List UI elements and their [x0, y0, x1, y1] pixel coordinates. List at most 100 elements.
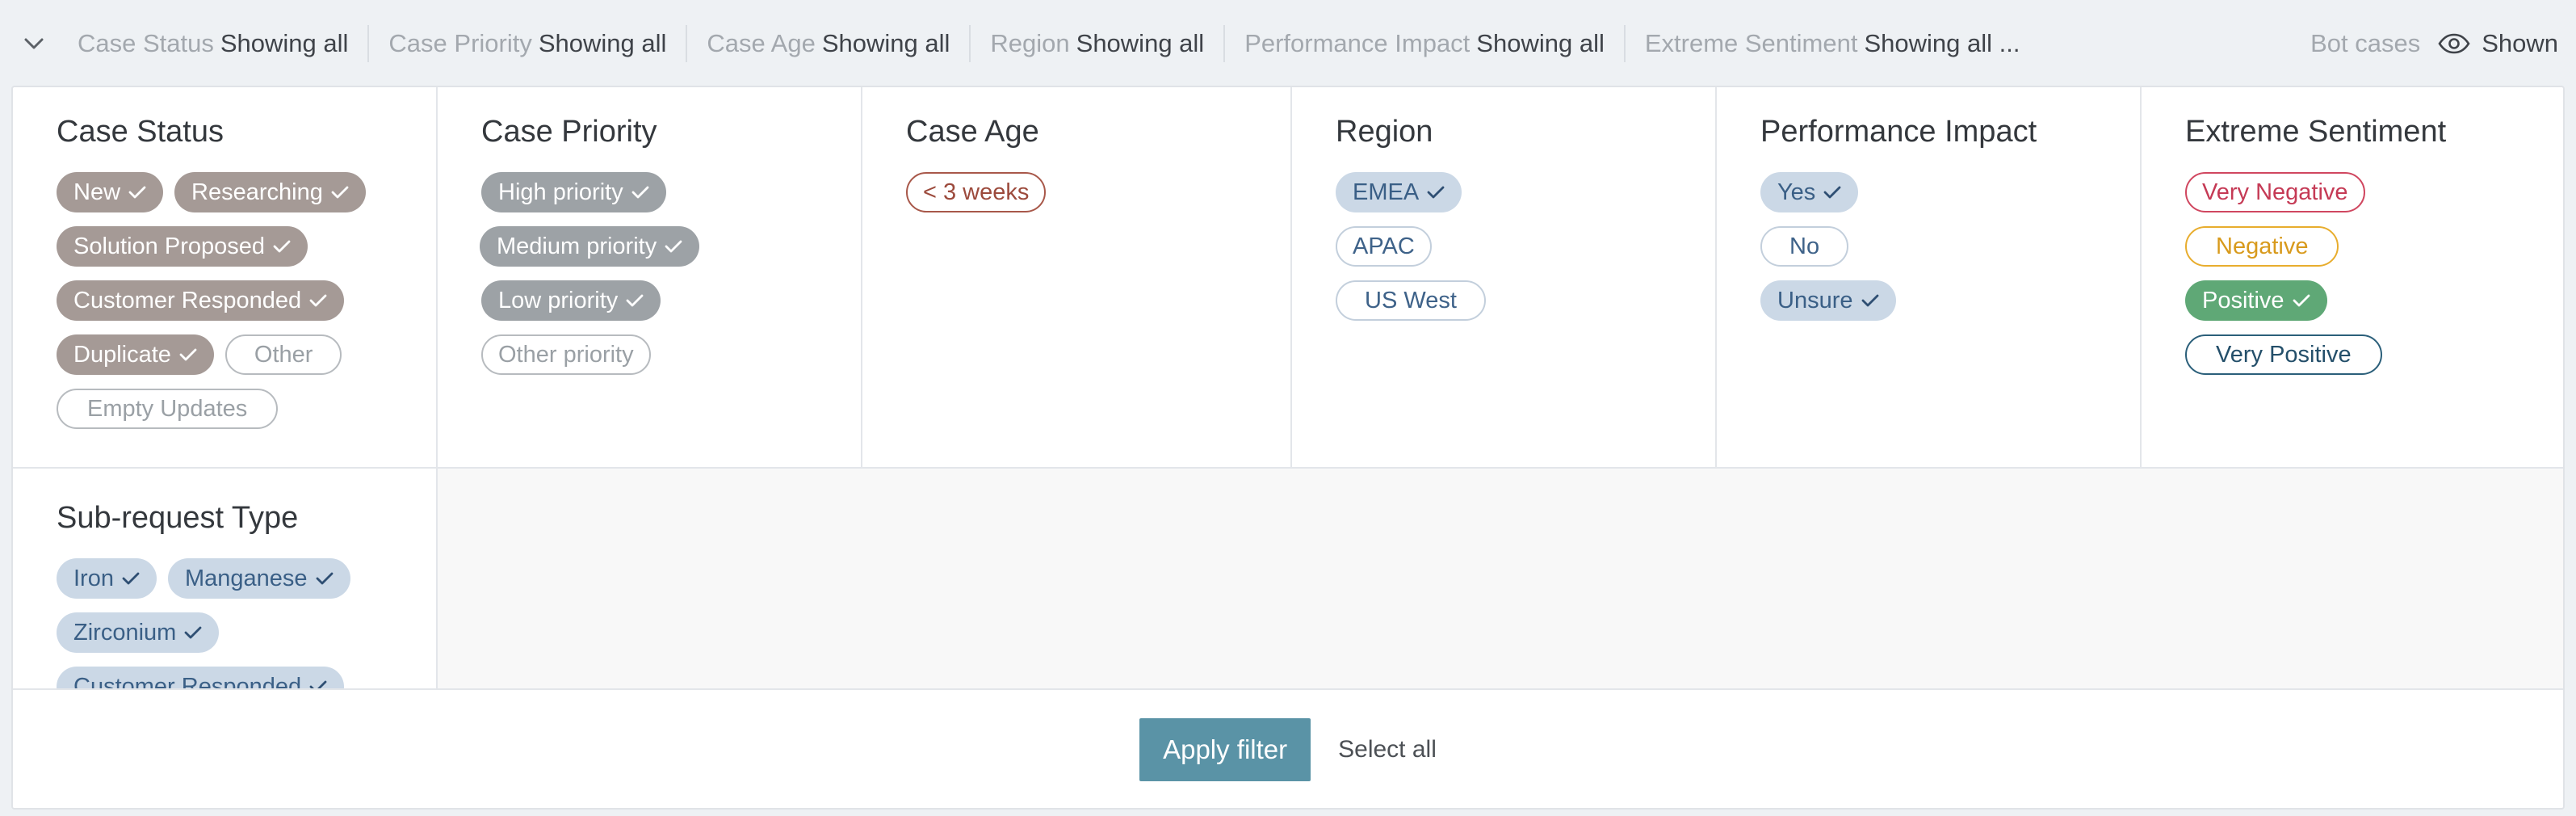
chip-yes[interactable]: Yes	[1760, 172, 1859, 212]
summary-label: Region	[990, 29, 1070, 57]
chip-label: Customer Responded	[73, 287, 302, 313]
check-icon	[309, 293, 327, 308]
summary-performance-impact[interactable]: Performance Impact Showing all	[1225, 25, 1626, 62]
chip-label: Low priority	[498, 287, 619, 313]
chip-solution-proposed[interactable]: Solution Proposed	[57, 226, 308, 267]
filter-column-sub-request-type: Sub-request Type Iron Manganese Zirconiu…	[13, 469, 438, 688]
bot-cases-value: Shown	[2482, 29, 2558, 57]
summary-value: Showing all	[538, 29, 667, 57]
apply-filter-button[interactable]: Apply filter	[1139, 718, 1311, 781]
check-icon	[316, 571, 334, 586]
summary-value: Showing all	[1476, 29, 1605, 57]
column-title: Case Priority	[481, 115, 657, 149]
chip-positive[interactable]: Positive	[2185, 280, 2327, 321]
chip-negative[interactable]: Negative	[2185, 226, 2339, 267]
chip-low-priority[interactable]: Low priority	[481, 280, 661, 321]
chip-label: APAC	[1353, 233, 1415, 259]
chip-label: New	[73, 179, 121, 205]
chip-list: High priority Medium priority Low priori…	[480, 172, 861, 389]
chip-label: Medium priority	[497, 233, 657, 259]
chip-us-west[interactable]: US West	[1336, 280, 1486, 321]
chip-apac[interactable]: APAC	[1336, 226, 1432, 267]
chip-medium-priority[interactable]: Medium priority	[480, 226, 700, 267]
select-all-link[interactable]: Select all	[1338, 736, 1437, 763]
column-title: Performance Impact	[1760, 115, 2037, 149]
chip-label: EMEA	[1353, 179, 1420, 205]
column-title: Case Age	[906, 115, 1039, 149]
column-title: Sub-request Type	[57, 501, 299, 535]
filter-column-case-priority: Case Priority High priority Medium prior…	[438, 87, 862, 467]
chip-new[interactable]: New	[57, 172, 164, 212]
check-icon	[626, 293, 644, 308]
chip-label: No	[1789, 233, 1820, 259]
summary-region[interactable]: Region Showing all	[971, 25, 1226, 62]
column-title: Case Status	[57, 115, 224, 149]
check-icon	[122, 571, 140, 586]
chip-other-priority[interactable]: Other priority	[481, 334, 651, 375]
chip-list: Yes No Unsure	[1760, 172, 2140, 334]
check-icon	[179, 347, 197, 362]
chip-duplicate[interactable]: Duplicate	[57, 334, 214, 375]
chip-label: Zirconium	[73, 619, 177, 646]
chip-no[interactable]: No	[1760, 226, 1849, 267]
empty-grid-area	[438, 469, 2563, 688]
chip-label: Negative	[2216, 233, 2309, 259]
chip-label: Empty Updates	[87, 395, 248, 422]
chip-customer-responded[interactable]: Customer Responded	[57, 280, 345, 321]
chip-label: Duplicate	[73, 341, 171, 368]
summary-extreme-sentiment[interactable]: Extreme Sentiment Showing all ...	[1626, 25, 2040, 62]
chip-label: Iron	[73, 565, 114, 591]
chip-label: Positive	[2202, 287, 2284, 313]
chip-list: EMEA APAC US West	[1336, 172, 1715, 334]
collapse-toggle[interactable]	[10, 19, 58, 68]
chip-researching[interactable]: Researching	[174, 172, 366, 212]
chip-iron[interactable]: Iron	[57, 558, 157, 599]
bot-cases-label: Bot cases	[2310, 29, 2421, 57]
chip-manganese[interactable]: Manganese	[167, 558, 350, 599]
chip-customer-responded-sub[interactable]: Customer Responded	[57, 667, 345, 689]
summary-value: Showing all	[1076, 29, 1205, 57]
chip-list: Iron Manganese Zirconium Customer Respon…	[57, 558, 436, 688]
chip-zirconium[interactable]: Zirconium	[57, 612, 220, 653]
summary-case-status[interactable]: Case Status Showing all	[58, 25, 370, 62]
check-icon	[128, 185, 146, 200]
summary-label: Case Age	[707, 29, 816, 57]
chevron-down-icon	[24, 38, 44, 49]
chip-label: Other	[254, 341, 313, 368]
filter-column-extreme-sentiment: Extreme Sentiment Very Negative Negative…	[2142, 87, 2563, 467]
check-icon	[665, 239, 682, 254]
chip-label: Solution Proposed	[73, 233, 265, 259]
chip-emea[interactable]: EMEA	[1336, 172, 1462, 212]
chip-very-negative[interactable]: Very Negative	[2185, 172, 2365, 212]
check-icon	[1823, 185, 1841, 200]
chip-under-3-weeks[interactable]: < 3 weeks	[906, 172, 1047, 212]
chip-high-priority[interactable]: High priority	[481, 172, 666, 212]
check-icon	[331, 185, 349, 200]
summary-value: Showing all	[821, 29, 950, 57]
filter-row: Sub-request Type Iron Manganese Zirconiu…	[13, 469, 2563, 688]
chip-label: Very Positive	[2216, 341, 2352, 368]
chip-very-positive[interactable]: Very Positive	[2185, 334, 2382, 375]
filter-summary-bar: Case Status Showing all Case Priority Sh…	[8, 3, 2568, 84]
summary-label: Case Status	[78, 29, 214, 57]
summary-value: Showing all ...	[1864, 29, 2020, 57]
check-icon	[1427, 185, 1445, 200]
filter-panel: Case Status New Researching Solution Pro…	[11, 86, 2565, 810]
chip-label: US West	[1365, 287, 1457, 313]
summary-case-age[interactable]: Case Age Showing all	[687, 25, 971, 62]
summary-value: Showing all	[220, 29, 349, 57]
chip-other[interactable]: Other	[224, 334, 342, 375]
bot-cases-toggle[interactable]: Bot cases Shown	[2310, 29, 2568, 58]
check-icon	[184, 625, 202, 640]
chip-empty-updates[interactable]: Empty Updates	[57, 389, 279, 429]
column-title: Region	[1336, 115, 1433, 149]
chip-label: Customer Responded	[73, 673, 302, 689]
chip-list: Very Negative Negative Positive Very Pos…	[2185, 172, 2563, 389]
column-title: Extreme Sentiment	[2185, 115, 2447, 149]
summary-case-priority[interactable]: Case Priority Showing all	[369, 25, 688, 62]
chip-unsure[interactable]: Unsure	[1760, 280, 1896, 321]
filter-column-performance-impact: Performance Impact Yes No Unsure	[1717, 87, 2142, 467]
chip-list: < 3 weeks	[906, 172, 1290, 226]
chip-list: New Researching Solution Proposed Custom…	[57, 172, 436, 443]
chip-label: Very Negative	[2202, 179, 2348, 205]
